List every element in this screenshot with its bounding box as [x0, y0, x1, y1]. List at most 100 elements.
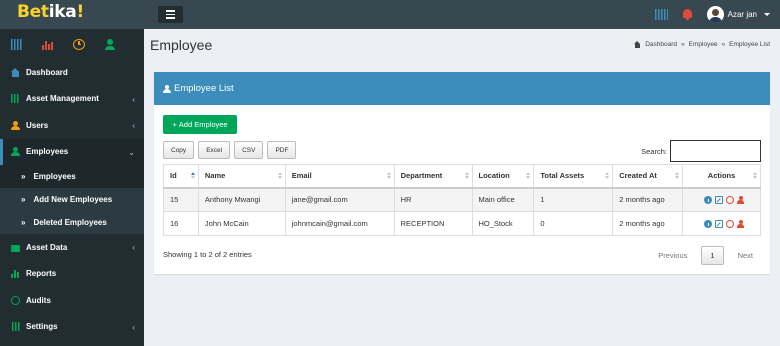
sort-icon: [526, 172, 531, 179]
cell-created-at: 2 months ago: [612, 187, 684, 212]
avatar: [706, 6, 724, 23]
sliders-icon: [11, 322, 20, 332]
app-logo[interactable]: Betika!: [0, 0, 144, 29]
logo-text-part3: !: [76, 2, 84, 22]
submenu-item-add-new-employees[interactable]: » Add New Employees: [0, 188, 144, 211]
column-header-actions[interactable]: Actions: [682, 164, 761, 189]
cell-created-at: 2 months ago: [612, 211, 684, 236]
chevron-down-icon: ⌄: [128, 147, 135, 157]
breadcrumb: Dashboard » Employee » Employee List: [634, 40, 770, 48]
sidebar-item-asset-management[interactable]: Asset Management ‹: [0, 86, 144, 113]
cell-name: Anthony Mwangi: [197, 187, 286, 212]
double-chevron-right-icon: »: [21, 195, 26, 204]
sidebar: Dashboard Asset Management ‹ Users ‹ Emp…: [0, 29, 144, 346]
cell-department: RECEPTION: [393, 211, 473, 236]
cell-actions: [682, 211, 761, 236]
pdf-button[interactable]: PDF: [267, 141, 297, 159]
previous-page-button[interactable]: Previous: [650, 246, 695, 265]
hamburger-icon: [166, 10, 175, 12]
info-icon[interactable]: [704, 219, 713, 228]
search-label: Search:: [641, 146, 667, 156]
delete-icon[interactable]: [726, 195, 735, 204]
page-1-button[interactable]: 1: [701, 246, 724, 265]
sidebar-item-label: Audits: [26, 295, 51, 305]
cell-department: HR: [393, 187, 473, 212]
double-chevron-right-icon: »: [21, 218, 26, 227]
add-employee-label: Add Employee: [178, 120, 228, 129]
copy-button[interactable]: Copy: [163, 141, 195, 159]
search-input[interactable]: [670, 140, 761, 162]
cell-email: jane@gmail.com: [284, 187, 395, 212]
sidebar-item-label: Asset Data: [26, 242, 68, 252]
user-icon[interactable]: [104, 38, 116, 50]
box-title: Employee List: [174, 83, 234, 94]
submenu-item-employees[interactable]: » Employees: [0, 165, 144, 188]
delete-icon[interactable]: [726, 219, 735, 228]
info-icon[interactable]: [704, 195, 713, 204]
user-menu[interactable]: Azar jan: [706, 6, 770, 23]
chevron-left-icon: ‹: [132, 243, 135, 252]
breadcrumb-item-employee[interactable]: Employee: [689, 41, 718, 48]
column-header-id[interactable]: Id: [163, 164, 199, 189]
logo-text-part2: ika: [48, 2, 77, 22]
sidebar-item-label: Dashboard: [26, 67, 68, 77]
add-employee-button[interactable]: + Add Employee: [163, 115, 237, 134]
top-navbar: Betika! Azar jan: [0, 0, 780, 29]
sidebar-item-asset-data[interactable]: Asset Data ‹: [0, 234, 144, 261]
barcode-icon[interactable]: [654, 9, 668, 20]
sort-icon: [386, 172, 391, 179]
page-title: Employee: [150, 37, 213, 53]
user-remove-icon[interactable]: [737, 219, 745, 228]
user-name: Azar jan: [727, 10, 757, 19]
column-header-email[interactable]: Email: [284, 164, 395, 189]
column-header-total-assets[interactable]: Total Assets: [533, 164, 614, 189]
sidebar-item-users[interactable]: Users ‹: [0, 112, 144, 139]
next-page-button[interactable]: Next: [730, 246, 761, 265]
sidebar-item-settings[interactable]: Settings ‹: [0, 314, 144, 341]
export-buttons: Copy Excel CSV PDF: [163, 141, 297, 159]
column-header-location[interactable]: Location: [471, 164, 535, 189]
home-icon: [634, 40, 641, 48]
excel-button[interactable]: Excel: [198, 141, 231, 159]
edit-icon[interactable]: [715, 195, 724, 204]
home-icon: [11, 67, 20, 77]
pagination: Previous 1 Next: [650, 246, 761, 265]
csv-button[interactable]: CSV: [234, 141, 264, 159]
cell-total-assets: 1: [533, 187, 614, 212]
submenu-item-deleted-employees[interactable]: » Deleted Employees: [0, 211, 144, 234]
cell-location: Main office: [471, 187, 535, 212]
sort-asc-icon: [190, 172, 195, 179]
sidebar-item-reports[interactable]: Reports: [0, 261, 144, 288]
sidebar-item-audits[interactable]: Audits: [0, 287, 144, 314]
employee-table: Id Name Email Department Location Total …: [163, 164, 761, 236]
submenu-item-label: Employees: [33, 172, 76, 181]
clock-icon[interactable]: [73, 38, 85, 50]
submenu-item-label: Deleted Employees: [33, 218, 107, 227]
user-remove-icon[interactable]: [737, 195, 745, 204]
submenu-item-label: Add New Employees: [33, 195, 113, 204]
sidebar-item-employees[interactable]: Employees ⌄: [0, 138, 144, 165]
table-header-row: Id Name Email Department Location Total …: [163, 164, 761, 189]
table-row: 16 John McCain johnmcain@gmail.com RECEP…: [163, 211, 761, 236]
bar-chart-icon[interactable]: [42, 38, 54, 50]
table-info: Showing 1 to 2 of 2 entries: [163, 250, 252, 259]
sort-icon: [675, 172, 680, 179]
sidebar-toggle-button[interactable]: [158, 6, 183, 23]
sidebar-item-label: Users: [26, 120, 49, 130]
sidebar-item-dashboard[interactable]: Dashboard: [0, 59, 144, 86]
edit-icon[interactable]: [715, 219, 724, 228]
cell-name: John McCain: [197, 211, 286, 236]
sidebar-item-label: Settings: [26, 322, 58, 332]
briefcase-icon: [11, 244, 20, 252]
barcode-icon[interactable]: [11, 38, 23, 50]
breadcrumb-item-dashboard[interactable]: Dashboard: [645, 41, 677, 48]
user-icon: [163, 84, 171, 93]
employees-submenu: » Employees » Add New Employees » Delete…: [0, 165, 144, 234]
sidebar-quick-icons: [0, 29, 144, 59]
column-header-department[interactable]: Department: [393, 164, 473, 189]
bell-icon[interactable]: [682, 9, 693, 20]
column-header-created-at[interactable]: Created At: [612, 164, 684, 189]
column-header-name[interactable]: Name: [197, 164, 286, 189]
breadcrumb-separator: »: [681, 41, 685, 48]
chevron-left-icon: ‹: [132, 94, 135, 104]
